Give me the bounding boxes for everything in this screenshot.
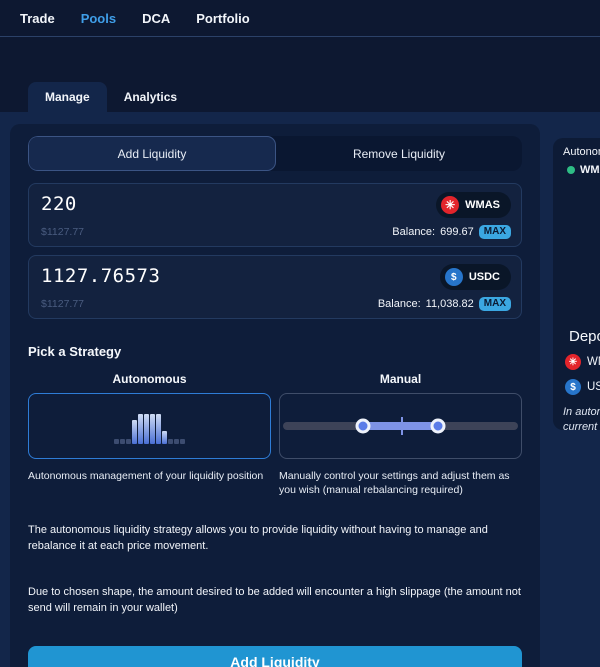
- note-line-1: In autonomous strategy, the: [563, 405, 600, 420]
- add-liquidity-button[interactable]: Add Liquidity: [28, 646, 522, 667]
- deposit-token-label: WMAS: [587, 356, 600, 368]
- usdc-usd-value: $1127.77: [41, 298, 84, 310]
- deposit-token-wmas: ✳ WMAS: [565, 354, 600, 370]
- usdc-token-selector[interactable]: $ USDC: [440, 264, 511, 290]
- massa-gear-icon: ✳: [565, 354, 581, 370]
- nav-item-pools[interactable]: Pools: [81, 11, 116, 26]
- nav-item-trade[interactable]: Trade: [20, 11, 55, 26]
- manual-heading: Manual: [279, 372, 522, 386]
- add-liquidity-toggle[interactable]: Add Liquidity: [28, 136, 276, 171]
- side-legend-wmas: WMAS: [567, 164, 600, 176]
- price-range-slider: [283, 422, 518, 430]
- manual-description: Manually control your settings and adjus…: [279, 469, 522, 497]
- wmas-balance-row: Balance: 699.67 MAX: [392, 225, 511, 239]
- wmas-max-button[interactable]: MAX: [479, 225, 511, 239]
- manual-strategy-card[interactable]: [279, 393, 522, 459]
- balance-label: Balance:: [378, 298, 421, 310]
- token-label: USDC: [469, 271, 500, 283]
- deposit-token-label: USDC: [587, 381, 600, 393]
- usdc-amount-input[interactable]: 1127.76573: [41, 265, 509, 287]
- strategy-headings: Autonomous Manual: [28, 372, 522, 386]
- strategy-section-title: Pick a Strategy: [28, 344, 522, 359]
- usdc-dollar-icon: $: [445, 268, 463, 286]
- slider-center-tick: [401, 417, 403, 435]
- usdc-max-button[interactable]: MAX: [479, 297, 511, 311]
- slider-handle-right[interactable]: [431, 419, 446, 434]
- strategy-cards: [28, 393, 522, 459]
- tab-manage[interactable]: Manage: [28, 82, 107, 112]
- massa-gear-icon: ✳: [441, 196, 459, 214]
- slider-handle-left[interactable]: [355, 419, 370, 434]
- liquidity-shape-chart: [114, 414, 185, 444]
- wmas-usd-value: $1127.77: [41, 226, 84, 238]
- autonomous-description: Autonomous management of your liquidity …: [28, 469, 271, 497]
- amount-card-wmas: 220 $1127.77 ✳ WMAS Balance: 699.67 MAX: [28, 183, 522, 247]
- wmas-token-selector[interactable]: ✳ WMAS: [436, 192, 511, 218]
- top-nav: Trade Pools DCA Portfolio: [0, 0, 600, 37]
- slippage-warning-paragraph: Due to chosen shape, the amount desired …: [28, 585, 522, 616]
- remove-liquidity-toggle[interactable]: Remove Liquidity: [276, 136, 522, 171]
- nav-item-dca[interactable]: DCA: [142, 11, 170, 26]
- position-preview-card: Autonomous WMAS Deposit ✳ WMAS $ USDC In…: [553, 138, 600, 430]
- amount-card-usdc: 1127.76573 $1127.77 $ USDC Balance: 11,0…: [28, 255, 522, 319]
- usdc-balance-row: Balance: 11,038.82 MAX: [378, 297, 511, 311]
- liquidity-mode-toggle: Add Liquidity Remove Liquidity: [28, 136, 522, 171]
- autonomous-strategy-card[interactable]: [28, 393, 271, 459]
- legend-label: WMAS: [580, 164, 600, 176]
- balance-value: 699.67: [440, 226, 474, 238]
- deposit-token-usdc: $ USDC: [565, 379, 600, 395]
- strategy-descriptions: Autonomous management of your liquidity …: [28, 469, 522, 497]
- pool-panel: Add Liquidity Remove Liquidity 220 $1127…: [0, 112, 600, 667]
- tab-analytics[interactable]: Analytics: [107, 82, 194, 112]
- green-dot-icon: [567, 166, 575, 174]
- autonomous-note: In autonomous strategy, the current pric…: [563, 405, 600, 430]
- balance-label: Balance:: [392, 226, 435, 238]
- side-strategy-label: Autonomous: [563, 146, 600, 158]
- deposit-title: Deposit: [569, 328, 600, 345]
- autonomous-info-paragraph: The autonomous liquidity strategy allows…: [28, 523, 522, 554]
- usdc-dollar-icon: $: [565, 379, 581, 395]
- autonomous-heading: Autonomous: [28, 372, 271, 386]
- nav-item-portfolio[interactable]: Portfolio: [196, 11, 249, 26]
- manage-card: Add Liquidity Remove Liquidity 220 $1127…: [10, 124, 540, 667]
- pool-tabs: Manage Analytics: [28, 84, 194, 112]
- note-line-2: current price is used: [563, 420, 600, 430]
- token-label: WMAS: [465, 199, 500, 211]
- balance-value: 11,038.82: [426, 298, 474, 310]
